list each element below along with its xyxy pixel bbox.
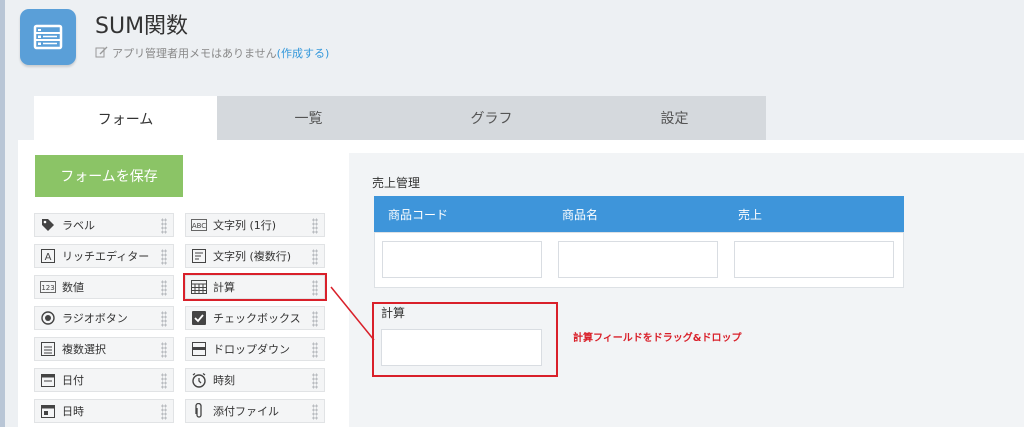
- connector-line: [330, 286, 375, 341]
